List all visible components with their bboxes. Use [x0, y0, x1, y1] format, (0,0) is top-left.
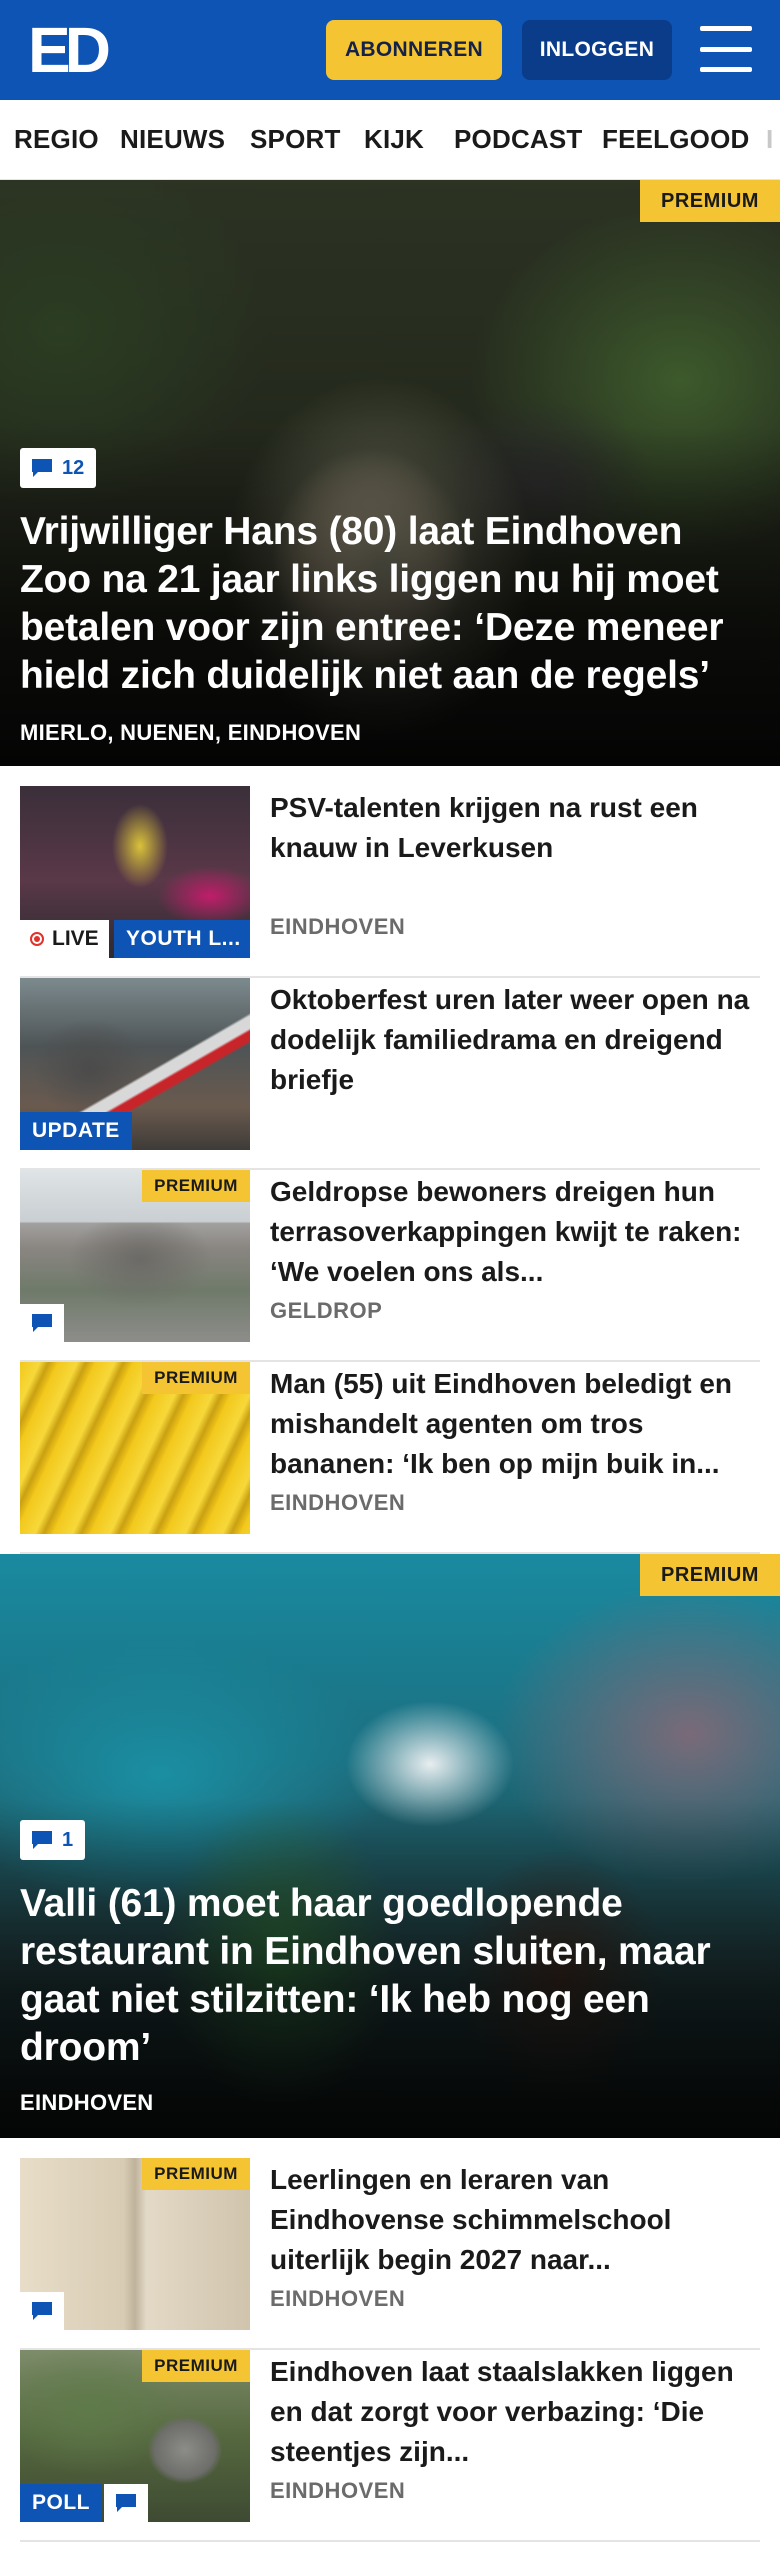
- hero-article[interactable]: PREMIUM 1 Valli (61) moet haar goedlopen…: [0, 1554, 780, 2138]
- poll-tag: POLL: [20, 2484, 102, 2522]
- article-item[interactable]: UPDATE Oktoberfest uren later weer open …: [20, 978, 760, 1170]
- article-title[interactable]: Leerlingen en leraren van Eindhovense sc…: [270, 2160, 760, 2280]
- article-item[interactable]: PREMIUM POLL Eindhoven laat staalslakken…: [20, 2350, 760, 2542]
- update-tag: UPDATE: [20, 1112, 132, 1150]
- category-tag: YOUTH L...: [114, 920, 250, 958]
- article-item[interactable]: LIVE YOUTH L... PSV-talenten krijgen na …: [20, 786, 760, 978]
- nav-item-overflow[interactable]: I: [766, 124, 773, 155]
- nav-item-regio[interactable]: REGIO: [14, 124, 99, 155]
- hero-title[interactable]: Vrijwilliger Hans (80) laat Eindhoven Zo…: [20, 508, 760, 700]
- comment-icon: [32, 2302, 52, 2320]
- login-button[interactable]: INLOGGEN: [522, 20, 672, 80]
- article-title[interactable]: Eindhoven laat staalslakken liggen en da…: [270, 2352, 760, 2472]
- article-title[interactable]: Man (55) uit Eindhoven beledigt en misha…: [270, 1364, 760, 1484]
- hamburger-menu-icon[interactable]: [700, 26, 752, 72]
- comment-count-badge[interactable]: 1: [20, 1820, 86, 1860]
- premium-badge: PREMIUM: [640, 1554, 780, 1596]
- article-thumbnail[interactable]: PREMIUM POLL: [20, 2350, 250, 2522]
- subscribe-button[interactable]: ABONNEREN: [326, 20, 502, 80]
- article-title[interactable]: Geldropse bewoners dreigen hun terrasove…: [270, 1172, 760, 1292]
- nav-item-nieuws[interactable]: NIEUWS: [120, 124, 225, 155]
- logo-text: ED: [28, 14, 111, 86]
- article-location: EINDHOVEN: [270, 1490, 406, 1515]
- premium-badge: PREMIUM: [142, 1170, 250, 1202]
- comment-count: 12: [62, 456, 85, 479]
- hero-location: MIERLO, NUENEN, EINDHOVEN: [20, 720, 362, 745]
- article-item[interactable]: PREMIUM Leerlingen en leraren van Eindho…: [20, 2158, 760, 2350]
- premium-badge: PREMIUM: [142, 2350, 250, 2382]
- comment-count: 1: [62, 1828, 74, 1851]
- premium-badge: PREMIUM: [142, 2158, 250, 2190]
- article-title[interactable]: PSV-talenten krijgen na rust een knauw i…: [270, 788, 760, 868]
- article-thumbnail[interactable]: UPDATE: [20, 978, 250, 1150]
- premium-badge: PREMIUM: [142, 1362, 250, 1394]
- comment-icon: [116, 2494, 136, 2512]
- top-bar: ED ABONNEREN INLOGGEN: [0, 0, 780, 100]
- article-thumbnail[interactable]: LIVE YOUTH L...: [20, 786, 250, 958]
- article-location: EINDHOVEN: [270, 2478, 406, 2503]
- article-item[interactable]: PREMIUM Geldropse bewoners dreigen hun t…: [20, 1170, 760, 1362]
- nav-item-feelgood[interactable]: FEELGOOD: [602, 124, 750, 155]
- article-title[interactable]: Oktoberfest uren later weer open na dode…: [270, 980, 760, 1100]
- live-indicator: LIVE: [20, 920, 109, 958]
- article-location: GELDROP: [270, 1298, 383, 1323]
- comment-badge[interactable]: [20, 1304, 64, 1342]
- hero-location: EINDHOVEN: [20, 2090, 154, 2115]
- hero-title[interactable]: Valli (61) moet haar goedlopende restaur…: [20, 1880, 760, 2072]
- comment-badge[interactable]: [20, 2292, 64, 2330]
- site-logo[interactable]: ED: [28, 14, 111, 86]
- article-location: EINDHOVEN: [270, 2286, 406, 2311]
- comment-icon: [32, 1831, 52, 1849]
- premium-badge: PREMIUM: [640, 180, 780, 222]
- comment-count-badge[interactable]: 12: [20, 448, 97, 488]
- article-thumbnail[interactable]: PREMIUM: [20, 1362, 250, 1534]
- nav-item-kijk[interactable]: KIJK: [364, 124, 424, 155]
- section-nav: REGIO NIEUWS SPORT KIJK PODCAST FEELGOOD…: [0, 100, 780, 180]
- comment-icon: [32, 1314, 52, 1332]
- comment-badge[interactable]: [104, 2484, 148, 2522]
- live-label: LIVE: [52, 927, 99, 950]
- article-thumbnail[interactable]: PREMIUM: [20, 2158, 250, 2330]
- nav-item-sport[interactable]: SPORT: [250, 124, 341, 155]
- article-thumbnail[interactable]: PREMIUM: [20, 1170, 250, 1342]
- comment-icon: [32, 459, 52, 477]
- nav-item-podcast[interactable]: PODCAST: [454, 124, 583, 155]
- live-dot-icon: [30, 932, 44, 946]
- hero-article[interactable]: PREMIUM 12 Vrijwilliger Hans (80) laat E…: [0, 180, 780, 766]
- article-item[interactable]: PREMIUM Man (55) uit Eindhoven beledigt …: [20, 1362, 760, 1554]
- article-location: EINDHOVEN: [270, 914, 406, 939]
